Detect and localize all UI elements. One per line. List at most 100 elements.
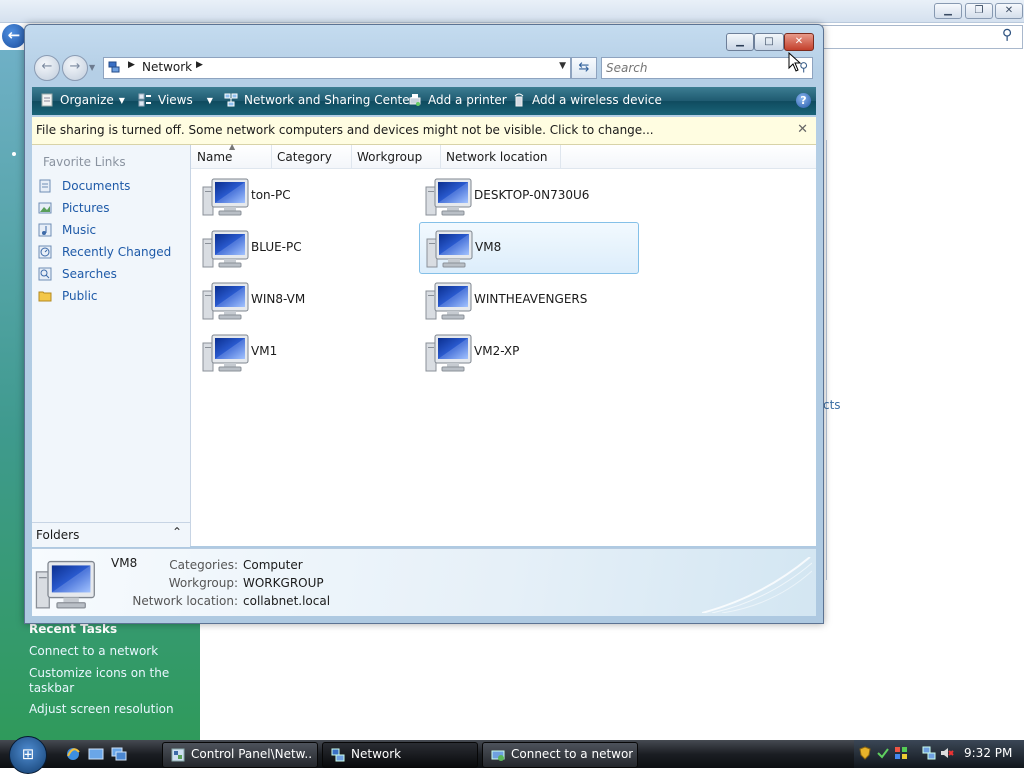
details-categories-label: Categories: bbox=[169, 558, 238, 572]
minimize-button[interactable]: ▁ bbox=[726, 33, 754, 51]
refresh-button[interactable]: ⇆ bbox=[571, 57, 597, 79]
start-button[interactable]: ⊞ bbox=[9, 736, 47, 774]
computer-name: WINTHEAVENGERS bbox=[474, 292, 588, 306]
network-sharing-center-button[interactable]: Network and Sharing Center bbox=[224, 93, 415, 107]
computer-name: VM2-XP bbox=[474, 344, 520, 358]
volume-muted-icon[interactable] bbox=[940, 746, 954, 760]
task-link-screen-resolution[interactable]: Adjust screen resolution bbox=[29, 702, 194, 717]
info-bar-message[interactable]: File sharing is turned off. Some network… bbox=[36, 123, 654, 137]
computer-icon bbox=[425, 334, 472, 372]
navigation-pane: Favorite Links Documents Pictures Music … bbox=[32, 145, 191, 546]
column-header-category[interactable]: Category bbox=[271, 145, 352, 168]
folders-toggle[interactable]: Folders ⌃ bbox=[32, 522, 190, 547]
maximize-button[interactable]: □ bbox=[754, 33, 784, 51]
show-desktop-icon[interactable] bbox=[88, 747, 104, 761]
internet-explorer-icon[interactable] bbox=[65, 747, 81, 761]
column-header-name[interactable]: ▲ Name bbox=[191, 142, 272, 168]
back-button[interactable]: ← bbox=[2, 24, 26, 48]
notification-area: 9:32 PM bbox=[854, 740, 1024, 768]
switch-windows-icon[interactable] bbox=[111, 747, 127, 761]
network-window: ▁ □ ✕ ← → ▼ ▶ Network ▶ ▼ ⇆ ⚲ Organize ▼ … bbox=[24, 24, 824, 624]
close-icon[interactable]: ✕ bbox=[797, 122, 808, 137]
info-bar[interactable]: File sharing is turned off. Some network… bbox=[32, 117, 816, 145]
minimize-button[interactable]: ▁ bbox=[934, 3, 962, 19]
details-workgroup-label: Workgroup: bbox=[168, 576, 238, 590]
recent-pages-dropdown[interactable]: ▼ bbox=[89, 63, 95, 72]
network-computer-item[interactable]: VM2-XP bbox=[420, 328, 638, 378]
computer-name: DESKTOP-0N730U6 bbox=[474, 188, 590, 202]
pictures-icon bbox=[38, 202, 52, 214]
computer-icon bbox=[202, 178, 249, 216]
address-bar[interactable]: ▶ Network ▶ ▼ bbox=[103, 57, 571, 79]
chevron-up-icon[interactable]: ⌃ bbox=[172, 525, 182, 539]
folders-label: Folders bbox=[36, 528, 80, 542]
details-location-label: Network location: bbox=[132, 594, 238, 608]
column-header-network-location[interactable]: Network location bbox=[440, 145, 561, 168]
restore-icon: ❐ bbox=[974, 5, 984, 16]
network-computer-item[interactable]: VM1 bbox=[197, 328, 415, 378]
search-box[interactable]: ⚲ bbox=[601, 57, 813, 79]
network-computer-item[interactable]: DESKTOP-0N730U6 bbox=[420, 172, 638, 222]
add-wireless-device-button[interactable]: Add a wireless device bbox=[512, 93, 662, 107]
music-icon bbox=[38, 223, 52, 237]
favorite-link-searches[interactable]: Searches bbox=[38, 264, 186, 284]
details-location-value: collabnet.local bbox=[243, 594, 331, 608]
help-icon[interactable]: ? bbox=[796, 93, 811, 108]
security-shield-icon[interactable] bbox=[858, 746, 872, 760]
computer-icon bbox=[202, 230, 249, 268]
breadcrumb-network[interactable]: Network bbox=[142, 60, 192, 74]
network-tray-icon[interactable] bbox=[922, 746, 936, 760]
column-header-label: Category bbox=[277, 150, 332, 164]
windows-flag-icon[interactable] bbox=[894, 746, 908, 760]
taskbar-button-network[interactable]: Network bbox=[322, 742, 478, 768]
taskbar-button-connect-to-network[interactable]: Connect to a network bbox=[482, 742, 638, 768]
control-panel-titlebar: ▁ ❐ ✕ bbox=[0, 0, 1024, 23]
search-input[interactable] bbox=[822, 25, 1023, 49]
taskbar-button-control-panel[interactable]: Control Panel\Netw... bbox=[162, 742, 318, 768]
close-button[interactable]: ✕ bbox=[995, 3, 1023, 19]
documents-icon bbox=[39, 179, 51, 193]
task-link-customize-icons[interactable]: Customize icons on the taskbar bbox=[29, 666, 194, 696]
network-computer-item-selected[interactable]: VM8 bbox=[419, 222, 639, 274]
favorite-link-label: Public bbox=[62, 289, 98, 303]
details-workgroup-value: WORKGROUP bbox=[243, 576, 324, 590]
search-icon[interactable]: ⚲ bbox=[1002, 27, 1012, 43]
favorite-link-recently-changed[interactable]: Recently Changed bbox=[38, 242, 186, 262]
network-computer-item[interactable]: WINTHEAVENGERS bbox=[420, 276, 638, 326]
network-computer-item[interactable]: WIN8-VM bbox=[197, 276, 415, 326]
network-icon bbox=[331, 748, 345, 762]
computer-name: ton-PC bbox=[251, 188, 291, 202]
wireless-device-icon bbox=[514, 93, 524, 107]
back-arrow-icon: ← bbox=[41, 59, 53, 74]
favorite-link-documents[interactable]: Documents bbox=[38, 176, 186, 196]
network-computer-item[interactable]: ton-PC bbox=[197, 172, 415, 222]
task-link-connect[interactable]: Connect to a network bbox=[29, 644, 194, 659]
forward-arrow-icon: → bbox=[69, 59, 81, 74]
breadcrumb-arrow-icon[interactable]: ▶ bbox=[196, 60, 203, 70]
column-header-workgroup[interactable]: Workgroup bbox=[351, 145, 441, 168]
computer-icon bbox=[425, 282, 472, 320]
views-button[interactable]: Views ▼ bbox=[138, 93, 213, 107]
favorite-link-music[interactable]: Music bbox=[38, 220, 186, 240]
close-icon: ✕ bbox=[1004, 5, 1014, 16]
partial-link[interactable]: cts bbox=[823, 398, 841, 412]
favorite-link-public[interactable]: Public bbox=[38, 286, 186, 306]
favorite-link-label: Documents bbox=[62, 179, 131, 193]
add-printer-button[interactable]: Add a printer bbox=[408, 93, 507, 107]
update-icon[interactable] bbox=[876, 746, 890, 760]
back-button[interactable]: ← bbox=[34, 55, 60, 81]
windows-logo-icon: ⊞ bbox=[21, 745, 35, 763]
organize-button[interactable]: Organize ▼ bbox=[40, 93, 125, 107]
maximize-button[interactable]: ❐ bbox=[965, 3, 993, 19]
forward-button[interactable]: → bbox=[62, 55, 88, 81]
minimize-icon: ▁ bbox=[736, 36, 744, 47]
search-input[interactable] bbox=[604, 59, 788, 76]
add-printer-label: Add a printer bbox=[428, 93, 507, 107]
close-button[interactable]: ✕ bbox=[784, 33, 814, 51]
breadcrumb-arrow-icon[interactable]: ▶ bbox=[128, 60, 135, 70]
clock[interactable]: 9:32 PM bbox=[964, 746, 1012, 760]
network-computer-item[interactable]: BLUE-PC bbox=[197, 224, 415, 274]
address-dropdown-icon[interactable]: ▼ bbox=[559, 61, 566, 71]
file-list: ▲ Name Category Workgroup Network locati… bbox=[191, 142, 816, 546]
favorite-link-pictures[interactable]: Pictures bbox=[38, 198, 186, 218]
